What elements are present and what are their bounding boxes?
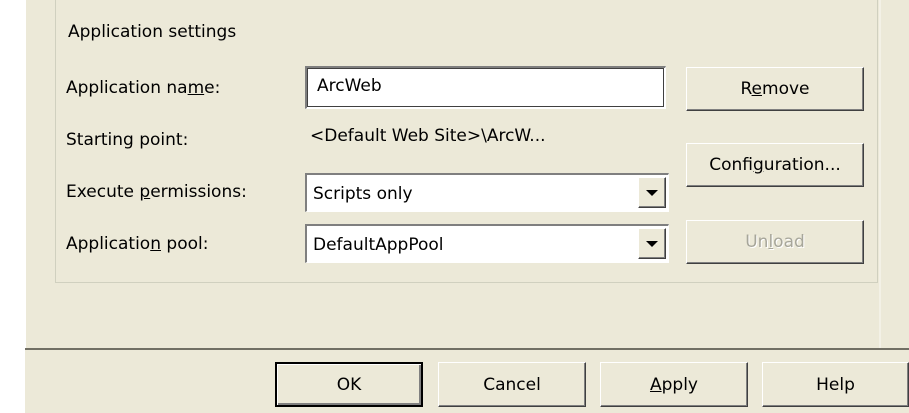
execute-permissions-select[interactable]: Scripts only xyxy=(305,173,669,212)
starting-point-label: Starting point: xyxy=(66,130,189,150)
chevron-down-icon xyxy=(646,189,658,196)
help-button-label: Help xyxy=(816,374,855,395)
execute-permissions-value: Scripts only xyxy=(313,184,413,204)
group-title: Application settings xyxy=(68,22,237,42)
panel-edge xyxy=(879,0,881,348)
application-name-value: ArcWeb xyxy=(317,76,382,96)
configuration-button[interactable]: Configuration... xyxy=(686,143,864,187)
application-name-input[interactable]: ArcWeb xyxy=(305,66,666,109)
application-name-label: Application name: xyxy=(66,78,221,98)
application-pool-value: DefaultAppPool xyxy=(313,235,444,255)
unload-button-label: Unload xyxy=(745,232,805,252)
application-pool-select[interactable]: DefaultAppPool xyxy=(305,224,669,263)
cancel-button[interactable]: Cancel xyxy=(438,362,586,407)
remove-button[interactable]: Remove xyxy=(686,67,864,111)
remove-button-label: Remove xyxy=(740,79,810,99)
execute-permissions-label: Execute permissions: xyxy=(66,182,247,202)
unload-button[interactable]: Unload xyxy=(686,220,864,264)
starting-point-value: <Default Web Site>\ArcW... xyxy=(310,126,546,146)
cancel-button-label: Cancel xyxy=(483,374,541,395)
apply-button-label: Apply xyxy=(649,374,698,395)
configuration-button-label: Configuration... xyxy=(709,155,841,175)
application-pool-label: Application pool: xyxy=(66,234,209,254)
application-pool-dropdown-button[interactable] xyxy=(638,228,666,259)
execute-permissions-dropdown-button[interactable] xyxy=(638,177,666,208)
ok-button-label: OK xyxy=(336,374,362,395)
help-button[interactable]: Help xyxy=(762,362,909,407)
chevron-down-icon xyxy=(646,240,658,247)
ok-button[interactable]: OK xyxy=(275,362,423,407)
apply-button[interactable]: Apply xyxy=(600,362,748,407)
